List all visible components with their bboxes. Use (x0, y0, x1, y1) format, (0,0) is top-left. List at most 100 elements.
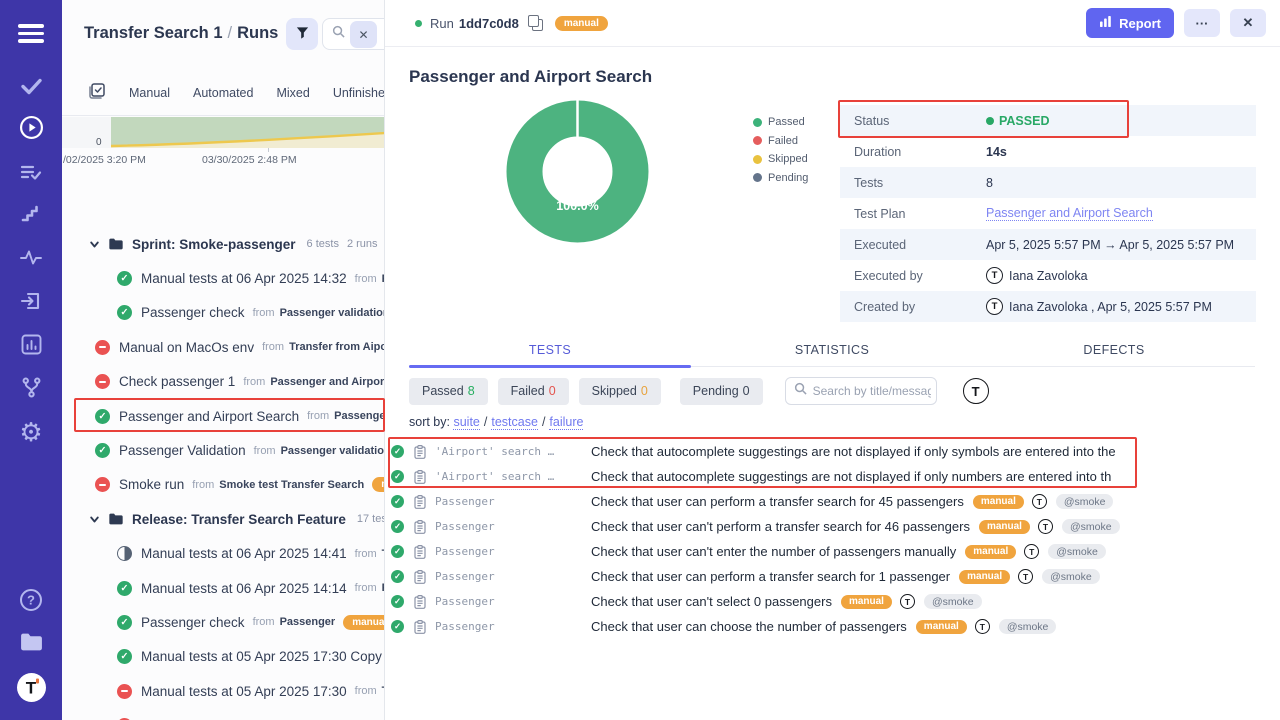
smoke-tag[interactable]: @smoke (924, 594, 982, 609)
tree-folder[interactable]: Sprint: Smoke-passenger 6 tests 2 runs (62, 227, 385, 261)
sort-by-testcase-link[interactable]: testcase (491, 415, 538, 430)
close-run-button[interactable]: ✕ (1230, 9, 1266, 37)
tree-folder[interactable]: Release: Transfer Search Feature 17 test… (62, 502, 385, 536)
summary-row-test-plan: Test Plan Passenger and Airport Search (840, 198, 1256, 229)
smoke-tag[interactable]: @smoke (999, 619, 1057, 634)
summary-row-status: Status PASSED (840, 105, 1256, 136)
passed-status-icon: ✓ (117, 305, 132, 320)
filter-failed-button[interactable]: Failed0 (498, 378, 569, 405)
from-label: from (355, 685, 377, 697)
testomat-logo[interactable]: T (0, 672, 62, 703)
test-row[interactable]: ✓ Passenger Check that user can perform … (391, 564, 1151, 589)
runs-trend-chart[interactable]: 0 (62, 117, 385, 148)
tests-check-icon[interactable] (0, 74, 62, 98)
run-label: Passenger check (141, 615, 245, 630)
sort-by-failure-link[interactable]: failure (549, 415, 583, 430)
tab-manual[interactable]: Manual (129, 86, 170, 100)
passed-status-icon: ✓ (391, 595, 404, 608)
tab-statistics[interactable]: STATISTICS (691, 338, 973, 366)
filter-skipped-button[interactable]: Skipped0 (579, 378, 661, 405)
test-row[interactable]: ✓ Passenger Check that user can't perfor… (391, 514, 1151, 539)
run-tree-item[interactable]: Manual tests at 06 May 2025 14:43 from T… (62, 708, 385, 720)
tab-mixed[interactable]: Mixed (276, 86, 309, 100)
run-topbar: Run 1dd7c0d8 manual Report ··· ✕ (385, 0, 1280, 47)
run-label: Manual tests at 06 Apr 2025 14:41 (141, 546, 347, 561)
menu-icon[interactable] (0, 20, 62, 47)
smoke-tag[interactable]: @smoke (1048, 544, 1106, 559)
branch-icon[interactable] (0, 376, 62, 399)
run-tree-item[interactable]: ✓ Manual tests at 06 Apr 2025 14:14 from… (62, 571, 385, 605)
run-tree-item[interactable]: ✓ Manual tests at 06 Apr 2025 14:32 from… (62, 261, 385, 295)
run-tree-item[interactable]: ✓ Manual tests at 05 Apr 2025 17:30 Copy… (62, 640, 385, 674)
passed-status-icon: ✓ (117, 615, 132, 630)
run-tree-item[interactable]: ✓ Passenger check from Passenger validat… (62, 296, 385, 330)
select-all-icon[interactable] (88, 81, 106, 104)
chevron-down-icon[interactable] (89, 239, 100, 250)
test-title: Check that user can't enter the number o… (591, 544, 956, 559)
x-axis-label: /02/2025 3:20 PM (63, 154, 146, 166)
report-button[interactable]: Report (1086, 8, 1174, 38)
run-tree-item[interactable]: Check passenger 1 from Passenger and Air… (62, 365, 385, 399)
legend-item: Skipped (753, 150, 808, 169)
tests-search-box[interactable] (785, 377, 937, 405)
help-icon[interactable]: ? (0, 588, 62, 612)
run-tree-item[interactable]: Manual tests at 06 Apr 2025 14:41 from T… (62, 537, 385, 571)
run-tree-item[interactable]: ✓ Passenger check from Passenger manual … (62, 605, 385, 639)
copy-icon[interactable] (528, 15, 543, 31)
test-row[interactable]: ✓ 'Airport' search … Check that autocomp… (391, 464, 1151, 489)
tab-unfinished[interactable]: Unfinished (333, 86, 385, 100)
filter-passed-button[interactable]: Passed8 (409, 378, 488, 405)
test-row[interactable]: ✓ 'Airport' search … Check that autocomp… (391, 439, 1151, 464)
passed-status-icon: ✓ (391, 520, 404, 533)
test-list-icon[interactable] (0, 161, 62, 185)
tests-search-input[interactable] (813, 384, 931, 398)
tab-automated[interactable]: Automated (193, 86, 253, 100)
clear-search-button[interactable]: ✕ (350, 21, 377, 48)
avatar-letter: T (972, 384, 980, 399)
source-suite: Passenger validation (281, 445, 385, 457)
tab-tests[interactable]: TESTS (409, 338, 691, 366)
source-suite: Smoke test Transfer Search (219, 479, 364, 491)
smoke-tag[interactable]: @smoke (1056, 494, 1114, 509)
test-row[interactable]: ✓ Passenger Check that user can choose t… (391, 614, 1151, 639)
assignee-avatar-button[interactable]: T (963, 378, 989, 404)
settings-gear-icon[interactable]: ⚙ (0, 417, 62, 448)
test-title: Check that user can't perform a transfer… (591, 519, 970, 534)
run-tree-item[interactable]: Smoke run from Smoke test Transfer Searc… (62, 468, 385, 502)
skipped-legend-dot (753, 155, 762, 164)
runs-play-icon[interactable] (0, 115, 62, 140)
more-actions-button[interactable]: ··· (1184, 9, 1220, 37)
test-row[interactable]: ✓ Passenger Check that user can't enter … (391, 539, 1151, 564)
suite-name: Passenger (435, 495, 583, 508)
tab-defects[interactable]: DEFECTS (973, 338, 1255, 366)
test-row[interactable]: ✓ Passenger Check that user can't select… (391, 589, 1151, 614)
passed-status-icon: ✓ (391, 445, 404, 458)
pulse-icon[interactable] (0, 247, 62, 269)
folder-label: Release: Transfer Search Feature (132, 512, 346, 527)
filter-button[interactable] (286, 18, 318, 50)
test-title: Check that user can't select 0 passenger… (591, 594, 832, 609)
run-tree-item[interactable]: Manual tests at 05 Apr 2025 17:30 from T… (62, 674, 385, 708)
test-plan-link[interactable]: Passenger and Airport Search (986, 206, 1153, 221)
sort-by-suite-link[interactable]: suite (453, 415, 479, 430)
donut-percent-label: 100.0% (556, 199, 598, 213)
manual-badge: manual (979, 520, 1030, 534)
smoke-tag[interactable]: @smoke (1042, 569, 1100, 584)
manual-badge: manual (841, 595, 892, 609)
test-row[interactable]: ✓ Passenger Check that user can perform … (391, 489, 1151, 514)
project-name[interactable]: Transfer Search 1 (84, 24, 223, 42)
test-title: Check that user can perform a transfer s… (591, 569, 950, 584)
run-tree-item-selected[interactable]: ✓ Passenger and Airport Search from Pass… (62, 399, 385, 433)
analytics-icon[interactable] (0, 333, 62, 356)
smoke-tag[interactable]: @smoke (1062, 519, 1120, 534)
summary-row-duration: Duration 14s (840, 136, 1256, 167)
from-label: from (355, 548, 377, 560)
filter-pending-button[interactable]: Pending0 (680, 378, 763, 405)
summary-row-executed-by: Executed by TIana Zavoloka (840, 260, 1256, 291)
steps-icon[interactable] (0, 204, 62, 226)
sign-in-icon[interactable] (0, 289, 62, 313)
run-tree-item[interactable]: ✓ Passenger Validation from Passenger va… (62, 433, 385, 467)
run-tree-item[interactable]: Manual on MacOs env from Transfer from A… (62, 330, 385, 364)
projects-folder-icon[interactable] (0, 631, 62, 653)
chevron-down-icon[interactable] (89, 514, 100, 525)
